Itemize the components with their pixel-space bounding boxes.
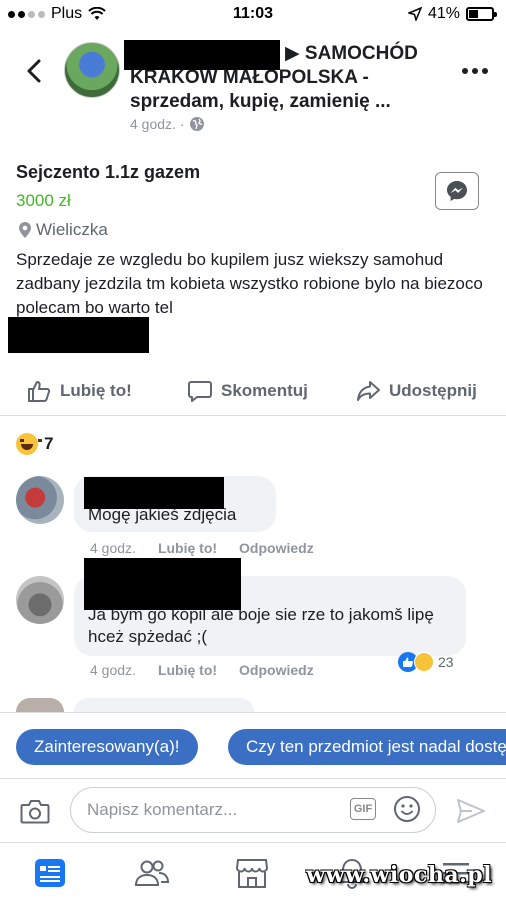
haha-reaction-icon <box>414 652 434 672</box>
comment-button[interactable]: Skomentuj <box>187 378 308 404</box>
battery-fill <box>469 10 478 18</box>
listing-location[interactable]: Wieliczka <box>18 220 108 240</box>
comment-input[interactable]: Napisz komentarz... GIF <box>70 787 436 833</box>
comment-reply-button[interactable]: Odpowiedz <box>239 662 314 678</box>
comment-like-button[interactable]: Lubię to! <box>158 662 217 678</box>
comment-placeholder: Napisz komentarz... <box>87 800 238 819</box>
redacted-commenter-name <box>84 477 224 509</box>
messenger-button[interactable] <box>435 172 479 210</box>
emoji-icon[interactable] <box>393 795 421 823</box>
like-button[interactable]: Lubię to! <box>26 378 132 404</box>
send-icon[interactable] <box>456 798 486 824</box>
comment-reaction-number: 23 <box>438 654 454 670</box>
comment-reaction-count[interactable]: 23 <box>398 652 454 672</box>
redacted-phone <box>8 317 149 353</box>
marketplace-icon <box>235 859 269 888</box>
pin-icon <box>19 222 31 238</box>
post-header: ▶ SAMOCHÓD KRAKÓW MAŁOPOLSKA - sprzedam,… <box>0 30 506 142</box>
tab-friends[interactable] <box>132 853 172 893</box>
commenter-avatar[interactable] <box>16 698 64 712</box>
comment-time: 4 godz. <box>90 662 136 678</box>
comment-icon <box>188 381 212 402</box>
comment-time: 4 godz. <box>90 540 136 556</box>
location-label: Wieliczka <box>36 220 108 239</box>
tab-news-feed[interactable] <box>30 853 70 893</box>
status-bar: Plus 11:03 41% <box>0 0 506 30</box>
listing-description: Sprzedaje ze wzgledu bo kupilem jusz wie… <box>16 250 483 317</box>
share-label: Udostępnij <box>389 381 477 400</box>
reaction-summary[interactable]: 7 <box>16 433 53 455</box>
quick-replies: Zainteresowany(a)! Czy ten przedmiot jes… <box>0 712 506 778</box>
share-button[interactable]: Udostępnij <box>355 378 477 404</box>
news-feed-icon <box>35 859 65 887</box>
redacted-author-name <box>124 40 280 70</box>
location-arrow-icon <box>407 7 422 21</box>
comment-bubble <box>74 698 254 712</box>
more-options-icon[interactable] <box>462 68 488 74</box>
comment-meta: 4 godz. Lubię to! Odpowiedz <box>90 540 314 556</box>
gif-button[interactable]: GIF <box>350 798 376 820</box>
tab-marketplace[interactable] <box>232 853 272 893</box>
camera-icon[interactable] <box>20 798 50 824</box>
thumbs-up-icon <box>28 381 51 402</box>
post-meta: 4 godz. · <box>130 116 205 132</box>
comment-label: Skomentuj <box>221 381 308 400</box>
commenter-avatar[interactable] <box>16 576 64 624</box>
post-actions: Lubię to! Skomentuj Udostępnij <box>0 366 506 416</box>
back-icon[interactable] <box>20 56 50 86</box>
listing-price: 3000 zł <box>16 191 71 210</box>
share-icon <box>357 381 380 401</box>
haha-reaction-icon <box>16 433 42 455</box>
friends-icon <box>134 860 170 886</box>
watermark: www.wiocha.pl <box>306 862 492 888</box>
comment-text: Ja bym go kopil ale boje sie rze to jako… <box>88 605 434 646</box>
comment-meta: 4 godz. Lubię to! Odpowiedz <box>90 662 314 678</box>
battery-icon <box>466 7 497 21</box>
redacted-commenter-name <box>84 558 241 610</box>
messenger-icon <box>447 181 467 201</box>
commenter-avatar[interactable] <box>16 476 64 524</box>
like-label: Lubię to! <box>60 381 132 400</box>
post-time: 4 godz. · <box>130 116 185 132</box>
author-avatar[interactable] <box>64 42 120 98</box>
comment-composer: Napisz komentarz... GIF <box>0 778 506 842</box>
reaction-count: 7 <box>44 434 54 453</box>
comment-reply-button[interactable]: Odpowiedz <box>239 540 314 556</box>
listing-title: Sejczento 1.1z gazem <box>16 162 201 182</box>
battery-percent: 41% <box>427 5 460 22</box>
quick-reply-interested[interactable]: Zainteresowany(a)! <box>16 729 198 765</box>
quick-reply-available[interactable]: Czy ten przedmiot jest nadal dostępny? <box>228 729 506 765</box>
comment-like-button[interactable]: Lubię to! <box>158 540 217 556</box>
globe-icon <box>190 117 205 131</box>
status-right: 41% <box>407 5 497 23</box>
